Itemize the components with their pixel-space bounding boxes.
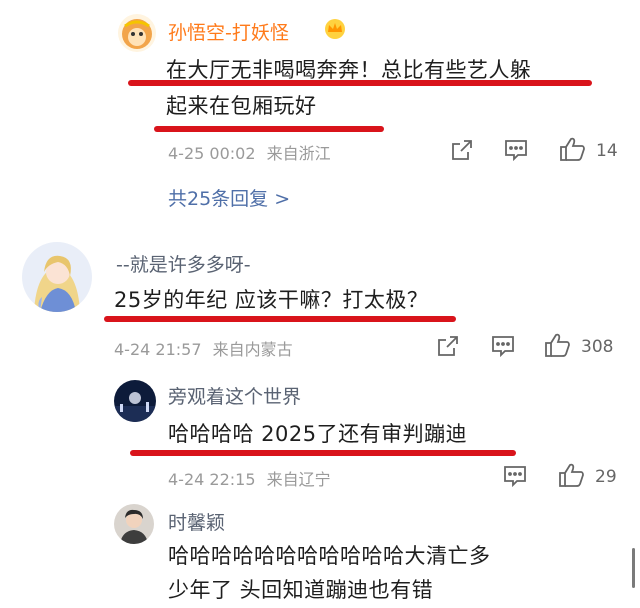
comment-text: 25岁的年纪 应该干嘛？打太极？	[114, 288, 429, 312]
highlight-underline	[154, 126, 384, 132]
comment-icon[interactable]	[490, 334, 516, 358]
scrollbar[interactable]	[632, 548, 635, 588]
highlight-underline	[128, 80, 592, 86]
comment-icon[interactable]	[502, 464, 528, 488]
like-count: 308	[581, 337, 614, 357]
reply-text: 哈哈哈哈 2025了还有审判蹦迪	[168, 422, 468, 446]
share-icon[interactable]	[450, 138, 474, 162]
avatar[interactable]	[22, 242, 92, 312]
comment-text-line2: 起来在包厢玩好	[166, 94, 317, 118]
comment-time: 4-24 21:57	[114, 340, 202, 359]
reply-meta: 4-24 22:15 来自辽宁	[168, 466, 331, 490]
avatar[interactable]	[114, 380, 156, 422]
like-icon[interactable]	[558, 136, 586, 162]
comment-location: 来自浙江	[266, 144, 331, 163]
share-icon[interactable]	[436, 334, 460, 358]
monkey-avatar-icon	[122, 19, 152, 49]
view-replies-link[interactable]: 共25条回复 >	[168, 184, 290, 211]
crown-icon	[323, 18, 347, 40]
comment-author-name[interactable]: --就是许多多呀-	[116, 250, 251, 277]
comment-location: 来自内蒙古	[212, 340, 293, 359]
night-city-avatar-icon	[114, 392, 156, 422]
avatar[interactable]	[114, 504, 154, 544]
reply-text: 哈哈哈哈哈哈哈哈哈哈哈大清亡多	[168, 544, 491, 568]
comment-icon[interactable]	[503, 138, 529, 162]
highlight-underline	[104, 316, 456, 322]
like-icon[interactable]	[543, 332, 571, 358]
highlight-underline	[130, 450, 516, 456]
avatar[interactable]	[118, 14, 156, 52]
reply-location: 来自辽宁	[266, 470, 331, 489]
comment-author-name[interactable]: 孙悟空-打妖怪	[168, 18, 289, 45]
reply-author-name[interactable]: 时馨颖	[168, 508, 225, 535]
like-count: 29	[595, 467, 617, 487]
comment-time: 4-25 00:02	[168, 144, 256, 163]
comment-meta: 4-24 21:57 来自内蒙古	[114, 336, 293, 360]
like-count: 14	[596, 141, 618, 161]
reply-author-name[interactable]: 旁观着这个世界	[168, 382, 301, 409]
reply-text-line2: 少年了 头回知道蹦迪也有错	[168, 578, 434, 602]
like-icon[interactable]	[557, 462, 585, 488]
person-avatar-icon	[120, 509, 148, 544]
girl-avatar-icon	[34, 255, 80, 312]
comment-meta: 4-25 00:02 来自浙江	[168, 140, 331, 164]
reply-time: 4-24 22:15	[168, 470, 256, 489]
